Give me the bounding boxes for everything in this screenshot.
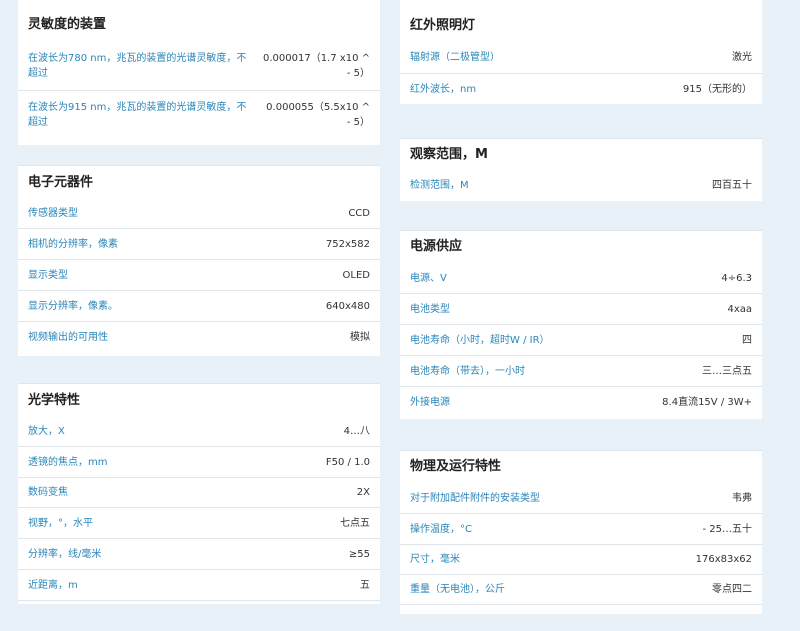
left-column: 灵敏度的装置 在波长为780 nm，兆瓦的装置的光谱灵敏度，不超过 0.0000… <box>18 0 380 604</box>
spec-section-observation-range: 观察范围，M 检测范围，M 四百五十 <box>400 138 762 201</box>
spec-label: 视野，°，水平 <box>28 517 93 529</box>
spec-value: 七点五 <box>340 517 370 529</box>
spec-value: 四 <box>742 334 752 346</box>
spec-label: 电池类型 <box>410 303 450 315</box>
spec-row: 辐射源（二极管型） 激光 <box>400 42 762 73</box>
spec-row: 红外波长，nm 915（无形的） <box>400 73 762 104</box>
spec-label: 检测范围，M <box>410 180 469 191</box>
spec-label: 显示分辨率，像素。 <box>28 300 118 312</box>
spec-label: 电源、V <box>410 272 447 284</box>
spec-section-sensitivity: 灵敏度的装置 在波长为780 nm，兆瓦的装置的光谱灵敏度，不超过 0.0000… <box>18 0 380 145</box>
spec-row: 近距离，m 五 <box>18 569 380 601</box>
spec-row: 放大，X 4…八 <box>18 416 380 446</box>
spec-value: CCD <box>348 207 370 219</box>
spec-value: 4xaa <box>727 303 752 315</box>
spec-row: 检测范围，M 四百五十 <box>400 171 762 200</box>
section-title: 电源供应 <box>410 239 463 254</box>
spec-value: 零点四二 <box>712 584 752 595</box>
spec-value: 176x83x62 <box>695 554 752 565</box>
spec-row: 电池寿命（带去），一小时 三…三点五 <box>400 355 762 386</box>
spec-row: 分辨率，线/毫米 ≥55 <box>18 538 380 569</box>
spec-label: 电池寿命（小时，超时W / IR） <box>410 334 550 346</box>
spec-label: 数码变焦 <box>28 487 68 498</box>
spec-label: 分辨率，线/毫米 <box>28 548 102 560</box>
spec-value: - 25…五十 <box>702 523 752 535</box>
spec-value: ≥55 <box>348 548 370 560</box>
spec-value: 五 <box>360 579 370 591</box>
spec-label: 重量（无电池），公斤 <box>410 584 505 595</box>
spec-label: 近距离，m <box>28 579 78 591</box>
spec-label: 视频输出的可用性 <box>28 331 108 343</box>
spec-label: 电池寿命（带去），一小时 <box>410 365 525 377</box>
spec-section-ir-illuminator: 红外照明灯 辐射源（二极管型） 激光 红外波长，nm 915（无形的） <box>400 0 762 104</box>
spec-label: 外接电源 <box>410 396 450 408</box>
spec-row: 操作温度，°C - 25…五十 <box>400 513 762 544</box>
spec-value: 0.000017（1.7 x10 ^ - 5） <box>263 53 370 79</box>
spec-label: 传感器类型 <box>28 207 78 219</box>
spec-value: 韦弗 <box>732 492 752 504</box>
spec-value: 激光 <box>732 52 752 63</box>
spec-value: 4…八 <box>343 425 370 437</box>
spec-row: 电源、V 4÷6.3 <box>400 263 762 293</box>
spec-row: 重量（无电池），公斤 零点四二 <box>400 574 762 605</box>
spec-label: 对于附加配件附件的安装类型 <box>410 492 540 504</box>
section-title: 物理及运行特性 <box>410 459 502 474</box>
right-column: 红外照明灯 辐射源（二极管型） 激光 红外波长，nm 915（无形的） 观察范围… <box>400 0 762 614</box>
spec-row: 视频输出的可用性 模拟 <box>18 321 380 352</box>
spec-value: 640x480 <box>325 300 370 312</box>
spec-value: 四百五十 <box>712 180 752 191</box>
section-title: 灵敏度的装置 <box>28 17 107 32</box>
spec-row: 在波长为780 nm，兆瓦的装置的光谱灵敏度，不超过 0.000017（1.7 … <box>18 42 380 90</box>
section-title: 观察范围，M <box>410 147 488 162</box>
spec-section-electronics: 电子元器件 传感器类型 CCD 相机的分辨率，像素 752x582 显示类型 O… <box>18 165 380 356</box>
spec-label: 显示类型 <box>28 269 68 281</box>
spec-section-physical: 物理及运行特性 对于附加配件附件的安装类型 韦弗 操作温度，°C - 25…五十… <box>400 450 762 614</box>
spec-label: 相机的分辨率，像素 <box>28 238 118 250</box>
spec-row: 电池寿命（小时，超时W / IR） 四 <box>400 324 762 355</box>
spec-row: 显示分辨率，像素。 640x480 <box>18 290 380 321</box>
spec-label: 透镜的焦点，mm <box>28 456 108 468</box>
spec-row: 在波长为915 nm，兆瓦的装置的光谱灵敏度，不超过 0.000055（5.5x… <box>18 90 380 138</box>
spec-label: 辐射源（二极管型） <box>410 52 500 63</box>
spec-value: 4÷6.3 <box>721 272 752 284</box>
spec-label: 在波长为915 nm，兆瓦的装置的光谱灵敏度，不超过 <box>28 101 247 128</box>
spec-row: 视野，°，水平 七点五 <box>18 507 380 538</box>
spec-row: 透镜的焦点，mm F50 / 1.0 <box>18 446 380 477</box>
spec-section-power: 电源供应 电源、V 4÷6.3 电池类型 4xaa 电池寿命（小时，超时W / … <box>400 230 762 419</box>
spec-value: F50 / 1.0 <box>325 456 370 468</box>
spec-row: 电池类型 4xaa <box>400 293 762 324</box>
spec-section-optics: 光学特性 放大，X 4…八 透镜的焦点，mm F50 / 1.0 数码变焦 2X… <box>18 383 380 604</box>
spec-value: 模拟 <box>350 331 370 343</box>
spec-value: 915（无形的） <box>682 83 752 95</box>
spec-value: 8.4直流15V / 3W+ <box>662 396 752 408</box>
section-title: 电子元器件 <box>28 175 94 190</box>
spec-label: 尺寸，毫米 <box>410 554 460 565</box>
spec-value: 752x582 <box>325 238 370 250</box>
spec-value: 0.000055（5.5x10 ^ - 5） <box>266 101 370 128</box>
spec-row: 对于附加配件附件的安装类型 韦弗 <box>400 483 762 513</box>
spec-label: 在波长为780 nm，兆瓦的装置的光谱灵敏度，不超过 <box>28 53 247 79</box>
spec-value: 三…三点五 <box>702 365 752 377</box>
section-title: 光学特性 <box>28 393 81 408</box>
spec-label: 操作温度，°C <box>410 523 472 535</box>
spec-label: 放大，X <box>28 425 65 437</box>
spec-label: 红外波长，nm <box>410 83 477 95</box>
section-title: 红外照明灯 <box>410 18 476 33</box>
spec-row: 显示类型 OLED <box>18 259 380 290</box>
spec-row: 相机的分辨率，像素 752x582 <box>18 228 380 259</box>
spec-row: 外接电源 8.4直流15V / 3W+ <box>400 386 762 417</box>
spec-value: OLED <box>342 269 370 281</box>
spec-row: 传感器类型 CCD <box>18 198 380 228</box>
spec-value: 2X <box>356 487 370 498</box>
spec-row: 数码变焦 2X <box>18 477 380 507</box>
spec-row: 尺寸，毫米 176x83x62 <box>400 544 762 574</box>
